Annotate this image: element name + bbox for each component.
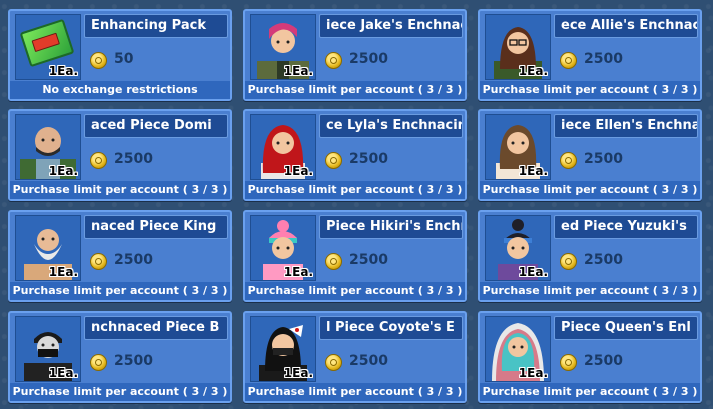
- item-thumbnail: 1Ea.: [15, 14, 81, 80]
- item-price-value: 2500: [349, 51, 388, 67]
- item-title-bar: naced Piece King: [84, 215, 228, 239]
- shop-item-card[interactable]: 1Ea. iece Ellen's Enchnac 2500 Purchase …: [478, 109, 702, 201]
- item-title-bar: Enhancing Pack: [84, 14, 228, 38]
- item-quantity: 1Ea.: [48, 164, 78, 178]
- item-thumbnail: 1Ea.: [485, 215, 551, 281]
- item-thumbnail: 1Ea.: [15, 215, 81, 281]
- item-title-bar: l Piece Coyote's E: [319, 316, 463, 340]
- gold-coin-icon: [90, 52, 107, 69]
- item-price-value: 2500: [584, 252, 623, 268]
- item-quantity: 1Ea.: [48, 366, 78, 380]
- item-title: Piece Queen's Enl: [561, 320, 691, 335]
- item-quantity: 1Ea.: [518, 164, 548, 178]
- purchase-limit: Purchase limit per account ( 3 / 3 ): [10, 383, 230, 401]
- item-title: ed Piece Yuzuki's: [561, 219, 687, 234]
- item-quantity: 1Ea.: [283, 164, 313, 178]
- item-quantity: 1Ea.: [518, 366, 548, 380]
- item-title-bar: ed Piece Yuzuki's: [554, 215, 698, 239]
- gold-coin-icon: [560, 152, 577, 169]
- item-quantity: 1Ea.: [283, 64, 313, 78]
- item-title-bar: Piece Queen's Enl: [554, 316, 698, 340]
- shop-item-card[interactable]: 1Ea. ed Piece Yuzuki's 2500 Purchase lim…: [478, 210, 702, 302]
- item-quantity: 1Ea.: [518, 64, 548, 78]
- shop-item-card[interactable]: 1Ea. Piece Queen's Enl 2500 Purchase lim…: [478, 311, 702, 403]
- item-price-value: 2500: [349, 353, 388, 369]
- item-thumbnail: 1Ea.: [15, 316, 81, 382]
- item-title-bar: ce Lyla's Enchnacing: [319, 114, 463, 138]
- item-price-value: 2500: [114, 151, 153, 167]
- purchase-limit: Purchase limit per account ( 3 / 3 ): [480, 181, 700, 199]
- gold-coin-icon: [560, 354, 577, 371]
- item-price-value: 2500: [349, 252, 388, 268]
- shop-item-card[interactable]: 1Ea. aced Piece Domi 2500 Purchase limit…: [8, 109, 232, 201]
- gold-coin-icon: [325, 152, 342, 169]
- purchase-limit: Purchase limit per account ( 3 / 3 ): [480, 282, 700, 300]
- item-thumbnail: 1Ea.: [250, 14, 316, 80]
- item-quantity: 1Ea.: [283, 366, 313, 380]
- item-title: l Piece Coyote's E: [326, 320, 455, 335]
- item-price-value: 2500: [114, 252, 153, 268]
- purchase-limit: Purchase limit per account ( 3 / 3 ): [245, 383, 465, 401]
- purchase-limit: Purchase limit per account ( 3 / 3 ): [245, 282, 465, 300]
- item-quantity: 1Ea.: [48, 64, 78, 78]
- item-title: Enhancing Pack: [91, 18, 206, 33]
- item-title: naced Piece King: [91, 219, 217, 234]
- shop-item-card[interactable]: 1Ea. l Piece Coyote's E 2500 Purchase li…: [243, 311, 467, 403]
- shop-item-card[interactable]: 1Ea. Piece Hikiri's Enchnac 2500 Purchas…: [243, 210, 467, 302]
- gold-coin-icon: [560, 52, 577, 69]
- item-quantity: 1Ea.: [283, 265, 313, 279]
- purchase-limit: Purchase limit per account ( 3 / 3 ): [480, 81, 700, 99]
- item-thumbnail: 1Ea.: [250, 215, 316, 281]
- item-price-value: 2500: [584, 353, 623, 369]
- purchase-limit: Purchase limit per account ( 3 / 3 ): [10, 181, 230, 199]
- enhancing-pack-icon: [19, 18, 75, 68]
- purchase-limit: No exchange restrictions: [10, 81, 230, 99]
- item-title: nchnaced Piece B: [91, 320, 220, 335]
- item-title-bar: iece Ellen's Enchnac: [554, 114, 698, 138]
- shop-grid: 1Ea. Enhancing Pack 50 No exchange restr…: [0, 0, 713, 409]
- item-price-value: 2500: [584, 51, 623, 67]
- item-title: Piece Hikiri's Enchnac: [326, 219, 462, 234]
- gold-coin-icon: [560, 253, 577, 270]
- gold-coin-icon: [325, 354, 342, 371]
- item-thumbnail: 1Ea.: [250, 114, 316, 180]
- item-thumbnail: 1Ea.: [485, 114, 551, 180]
- item-title: aced Piece Domi: [91, 118, 212, 133]
- shop-item-card[interactable]: 1Ea. nchnaced Piece B 2500 Purchase limi…: [8, 311, 232, 403]
- item-price-value: 50: [114, 51, 134, 67]
- item-price-value: 2500: [349, 151, 388, 167]
- item-quantity: 1Ea.: [48, 265, 78, 279]
- item-thumbnail: 1Ea.: [250, 316, 316, 382]
- shop-item-card[interactable]: 1Ea. ce Lyla's Enchnacing 2500 Purchase …: [243, 109, 467, 201]
- shop-item-card[interactable]: 1Ea. naced Piece King 2500 Purchase limi…: [8, 210, 232, 302]
- purchase-limit: Purchase limit per account ( 3 / 3 ): [245, 181, 465, 199]
- gold-coin-icon: [325, 52, 342, 69]
- item-title: iece Ellen's Enchnac: [561, 118, 698, 133]
- purchase-limit: Purchase limit per account ( 3 / 3 ): [10, 282, 230, 300]
- gold-coin-icon: [90, 253, 107, 270]
- item-price-value: 2500: [584, 151, 623, 167]
- shop-item-card[interactable]: 1Ea. ece Allie's Enchnacing 2500 Purchas…: [478, 9, 702, 101]
- item-title-bar: Piece Hikiri's Enchnac: [319, 215, 463, 239]
- purchase-limit: Purchase limit per account ( 3 / 3 ): [480, 383, 700, 401]
- item-price-value: 2500: [114, 353, 153, 369]
- purchase-limit: Purchase limit per account ( 3 / 3 ): [245, 81, 465, 99]
- gold-coin-icon: [90, 152, 107, 169]
- gold-coin-icon: [325, 253, 342, 270]
- item-title-bar: iece Jake's Enchnacing: [319, 14, 463, 38]
- shop-item-card[interactable]: 1Ea. Enhancing Pack 50 No exchange restr…: [8, 9, 232, 101]
- item-title-bar: aced Piece Domi: [84, 114, 228, 138]
- item-thumbnail: 1Ea.: [15, 114, 81, 180]
- gold-coin-icon: [90, 354, 107, 371]
- item-quantity: 1Ea.: [518, 265, 548, 279]
- item-thumbnail: 1Ea.: [485, 14, 551, 80]
- item-title: ece Allie's Enchnacing: [561, 18, 697, 33]
- item-title: iece Jake's Enchnacing: [326, 18, 462, 33]
- item-title: ce Lyla's Enchnacing: [326, 118, 463, 133]
- item-thumbnail: 1Ea.: [485, 316, 551, 382]
- item-title-bar: ece Allie's Enchnacing: [554, 14, 698, 38]
- shop-item-card[interactable]: 1Ea. iece Jake's Enchnacing 2500 Purchas…: [243, 9, 467, 101]
- item-title-bar: nchnaced Piece B: [84, 316, 228, 340]
